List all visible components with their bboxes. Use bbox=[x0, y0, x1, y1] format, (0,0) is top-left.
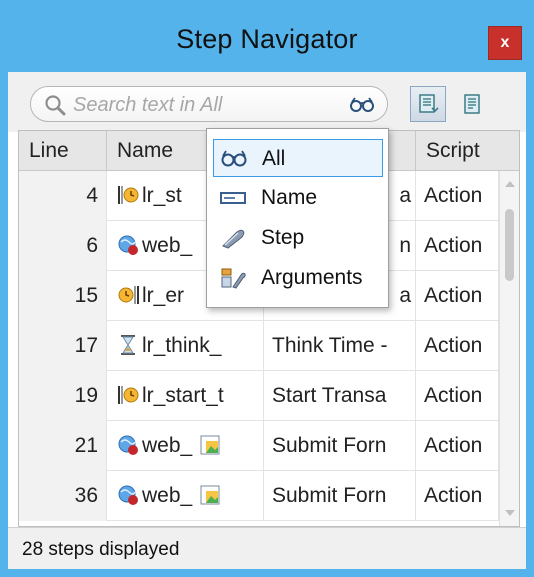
web-icon bbox=[118, 235, 138, 255]
script-cell: Action bbox=[416, 321, 499, 371]
image-icon bbox=[200, 435, 220, 455]
line-cell: 15 bbox=[19, 271, 107, 321]
step-icon bbox=[222, 229, 245, 249]
table-row[interactable]: 21 web_ Submit Forn Action bbox=[19, 421, 499, 471]
menu-item-label: All bbox=[262, 147, 286, 170]
menu-item-label: Step bbox=[261, 226, 305, 249]
script-view-button[interactable] bbox=[454, 86, 490, 122]
image-icon bbox=[200, 485, 220, 505]
close-button[interactable]: x bbox=[488, 26, 522, 60]
step-cell: Submit Forn bbox=[264, 421, 416, 471]
line-cell: 4 bbox=[19, 171, 107, 221]
script-cell: Action bbox=[416, 421, 499, 471]
column-header-line[interactable]: Line bbox=[19, 131, 107, 171]
menu-item-label: Arguments bbox=[261, 266, 363, 289]
column-header-script[interactable]: Script bbox=[416, 131, 519, 171]
name-cell: lr_think_ bbox=[107, 321, 264, 371]
line-cell: 19 bbox=[19, 371, 107, 421]
step-cell: Start Transa bbox=[264, 371, 416, 421]
menu-item-step[interactable]: Step bbox=[213, 219, 383, 257]
document-scroll-icon bbox=[419, 94, 439, 113]
arguments-icon bbox=[221, 268, 246, 289]
step-cell: Think Time - bbox=[264, 321, 416, 371]
search-input[interactable]: Search text in All bbox=[30, 86, 388, 122]
menu-item-arguments[interactable]: Arguments bbox=[213, 259, 383, 297]
toolbar: Search text in All bbox=[8, 72, 526, 132]
step-text: a bbox=[399, 284, 411, 307]
step-cell: Submit Forn bbox=[264, 471, 416, 521]
line-cell: 17 bbox=[19, 321, 107, 371]
script-cell: Action bbox=[416, 271, 499, 321]
name-cell: web_ bbox=[107, 421, 264, 471]
status-bar: 28 steps displayed bbox=[8, 527, 526, 569]
menu-item-all[interactable]: All bbox=[213, 139, 383, 177]
search-icon bbox=[45, 95, 66, 116]
document-icon bbox=[464, 94, 480, 114]
title-bar: Step Navigator x bbox=[8, 8, 526, 72]
table-row[interactable]: 36 web_ Submit Forn Action bbox=[19, 471, 499, 521]
hourglass-icon bbox=[121, 335, 135, 355]
name-cell: lr_start_t bbox=[107, 371, 264, 421]
script-cell: Action bbox=[416, 371, 499, 421]
window-title: Step Navigator bbox=[176, 24, 358, 54]
step-name: lr_er bbox=[142, 284, 185, 307]
status-text: 28 steps displayed bbox=[22, 539, 180, 560]
name-field-icon bbox=[220, 192, 246, 204]
transaction-icon bbox=[118, 186, 139, 204]
scroll-down-arrow-icon[interactable] bbox=[505, 510, 515, 516]
menu-item-label: Name bbox=[261, 186, 318, 209]
search-filter-menu: All Name Step Arguments bbox=[206, 128, 389, 308]
vertical-scrollbar[interactable] bbox=[499, 171, 519, 526]
scroll-to-step-button[interactable] bbox=[410, 86, 446, 122]
step-text: n bbox=[399, 234, 411, 257]
step-name: web_ bbox=[142, 434, 193, 457]
line-cell: 21 bbox=[19, 421, 107, 471]
scroll-thumb[interactable] bbox=[505, 209, 514, 281]
search-placeholder: Search text in All bbox=[73, 94, 223, 116]
step-name: lr_think_ bbox=[142, 334, 222, 357]
scroll-up-arrow-icon[interactable] bbox=[505, 181, 515, 187]
table-row[interactable]: 19 lr_start_t Start Transa Action bbox=[19, 371, 499, 421]
table-row[interactable]: 17 lr_think_ Think Time - Action bbox=[19, 321, 499, 371]
glasses-icon bbox=[221, 150, 247, 167]
end-transaction-icon bbox=[118, 286, 139, 304]
script-cell: Action bbox=[416, 471, 499, 521]
line-cell: 36 bbox=[19, 471, 107, 521]
web-icon bbox=[118, 435, 138, 455]
step-name: lr_start_t bbox=[142, 384, 224, 407]
web-icon bbox=[118, 485, 138, 505]
step-name: web_ bbox=[142, 484, 193, 507]
step-name: web_ bbox=[142, 234, 193, 257]
step-text: a bbox=[399, 184, 411, 207]
name-cell: web_ bbox=[107, 471, 264, 521]
line-cell: 6 bbox=[19, 221, 107, 271]
script-cell: Action bbox=[416, 171, 499, 221]
step-name: lr_st bbox=[142, 184, 182, 207]
transaction-icon bbox=[118, 386, 139, 404]
glasses-icon[interactable] bbox=[349, 96, 375, 114]
script-cell: Action bbox=[416, 221, 499, 271]
menu-item-name[interactable]: Name bbox=[213, 179, 383, 217]
